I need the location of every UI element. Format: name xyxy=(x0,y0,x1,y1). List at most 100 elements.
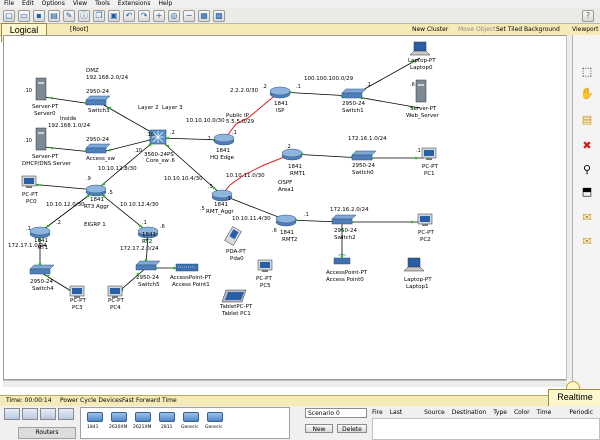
zoom-icon[interactable]: ⚲ xyxy=(580,163,594,177)
router-model-icon[interactable] xyxy=(111,412,127,422)
device-model-label: Server-PT xyxy=(32,104,59,110)
switch-icon[interactable] xyxy=(85,95,111,106)
inspect-icon[interactable]: ✋ xyxy=(580,87,594,101)
device-model-name: 2811 xyxy=(161,425,173,430)
device-name-label: Server0 xyxy=(34,111,56,117)
pda-icon[interactable] xyxy=(224,226,242,246)
port-label: .2 xyxy=(262,84,267,90)
select-icon[interactable]: ⬚ xyxy=(580,65,594,79)
simple-pdu-icon[interactable]: ✉ xyxy=(580,211,594,225)
device-model-label: AccessPoint-PT xyxy=(170,275,212,281)
device-name-label: Web_Server xyxy=(406,113,440,119)
server-icon[interactable] xyxy=(35,127,47,151)
column-header: Periodic xyxy=(569,409,593,416)
device-name-label: ISP xyxy=(276,108,285,114)
port-label: .5 xyxy=(108,190,113,196)
router-model-icon[interactable] xyxy=(135,412,151,422)
pc-icon[interactable] xyxy=(69,285,85,298)
port-label: .1 xyxy=(296,84,301,90)
common-tools-panel: ⬚ ✋ ▤ ✖ ⚲ ⬒ ✉ ✉ xyxy=(572,35,600,395)
router-model-icon[interactable] xyxy=(207,412,223,422)
device-model-label: Laptop-PT xyxy=(404,277,432,283)
delete-icon[interactable]: ✖ xyxy=(580,139,594,153)
power-cycle-button[interactable]: Power Cycle Devices xyxy=(60,396,122,406)
pdu-list[interactable] xyxy=(372,418,600,440)
router-icon[interactable] xyxy=(275,214,297,227)
switch-icon[interactable] xyxy=(29,264,55,275)
resize-icon[interactable]: ⬒ xyxy=(580,185,594,199)
router-icon[interactable] xyxy=(29,226,51,239)
port-label: .1 xyxy=(142,220,147,226)
device-model-label: PDA-PT xyxy=(226,249,246,255)
router-icon[interactable] xyxy=(85,184,107,197)
port-label: .6 xyxy=(160,224,165,230)
router-icon[interactable] xyxy=(213,133,235,146)
pc-icon[interactable] xyxy=(417,213,433,226)
access-point-icon[interactable] xyxy=(175,263,199,272)
column-header: Last Status xyxy=(389,409,409,426)
router-icon[interactable] xyxy=(269,86,291,99)
device-name-label: Pda0 xyxy=(230,256,244,262)
router-model-icon[interactable] xyxy=(159,412,175,422)
category-label: Routers xyxy=(18,427,76,439)
realtime-mode-tab[interactable]: Realtime xyxy=(548,389,600,406)
device-name-label: Switch4 xyxy=(32,286,54,292)
device-name-label: Switch3 xyxy=(88,108,110,114)
note-icon[interactable]: ▤ xyxy=(580,113,594,127)
device-name-label: PC3 xyxy=(72,305,83,311)
column-header: Source xyxy=(424,409,445,416)
switch-icon[interactable] xyxy=(341,88,367,99)
router-icon[interactable] xyxy=(281,148,303,161)
dmz-label: DMZ xyxy=(86,68,99,74)
pc-icon[interactable] xyxy=(421,147,437,160)
rmt2-network-label: 172.16.2.0/24 xyxy=(330,207,369,213)
complex-pdu-icon[interactable]: ✉ xyxy=(580,235,594,249)
new-scenario-button[interactable]: New xyxy=(305,424,333,433)
device-model-label: 2950-24 xyxy=(86,89,109,95)
router-model-icon[interactable] xyxy=(87,412,103,422)
device-name-label: PC4 xyxy=(110,305,121,311)
scenario-select[interactable]: Scenario 0 xyxy=(305,408,367,418)
tablet-icon[interactable] xyxy=(221,289,247,303)
router-model-icon[interactable] xyxy=(183,412,199,422)
port-label: .5 xyxy=(200,206,205,212)
rt-link3-label: 10.10.12.8/30 xyxy=(98,166,137,172)
port-label: .1 xyxy=(206,136,211,142)
device-model-label: 2950-24 xyxy=(352,163,375,169)
device-model-label: Server-PT xyxy=(410,106,437,112)
isp-link-label: 2.2.2.0/30 xyxy=(230,88,259,94)
device-model-label: PC-PT xyxy=(22,192,38,198)
hub-category-icon[interactable] xyxy=(40,408,56,420)
device-list: 1841 2620XM 2621XM 2811 Generic Generic xyxy=(80,407,290,439)
device-name-label: Tablet PC1 xyxy=(221,311,251,317)
device-model-label: TabletPC-PT xyxy=(219,304,253,310)
aggr-link-label: 10.10.10.4/30 xyxy=(164,176,203,182)
pc-icon[interactable] xyxy=(107,285,123,298)
column-header: Color xyxy=(513,409,530,416)
delete-scenario-button[interactable]: Delete xyxy=(337,424,367,433)
device-model-label: 2950-24 xyxy=(334,228,357,234)
column-header: Destination xyxy=(451,409,487,416)
router-category-icon[interactable] xyxy=(4,408,20,420)
fast-forward-button[interactable]: Fast Forward Time xyxy=(122,396,177,406)
pc-icon[interactable] xyxy=(21,175,37,188)
wireless-category-icon[interactable] xyxy=(58,408,74,420)
server-icon[interactable] xyxy=(415,79,427,103)
pc-icon[interactable] xyxy=(257,259,273,272)
server-icon[interactable] xyxy=(35,77,47,101)
device-model-name: Generic xyxy=(205,425,223,430)
port-label: .10 xyxy=(24,138,32,144)
device-model-label: 2950-24 xyxy=(30,279,53,285)
time-display: Time: 00:00:14 xyxy=(6,397,52,404)
port-label: .1 xyxy=(232,130,237,136)
laptop-icon[interactable] xyxy=(409,41,431,56)
switch-icon[interactable] xyxy=(85,143,111,154)
rmt1-network-label: 172.16.1.0/24 xyxy=(348,136,387,142)
area-label: Area1 xyxy=(278,187,294,193)
laptop-icon[interactable] xyxy=(403,257,425,272)
layer3-label: Layer 3 xyxy=(162,105,183,111)
device-model-label: 1841 xyxy=(216,148,230,154)
switch-category-icon[interactable] xyxy=(22,408,38,420)
device-model-label: PC-PT xyxy=(418,230,434,236)
device-name-label: Laptop1 xyxy=(406,284,428,290)
